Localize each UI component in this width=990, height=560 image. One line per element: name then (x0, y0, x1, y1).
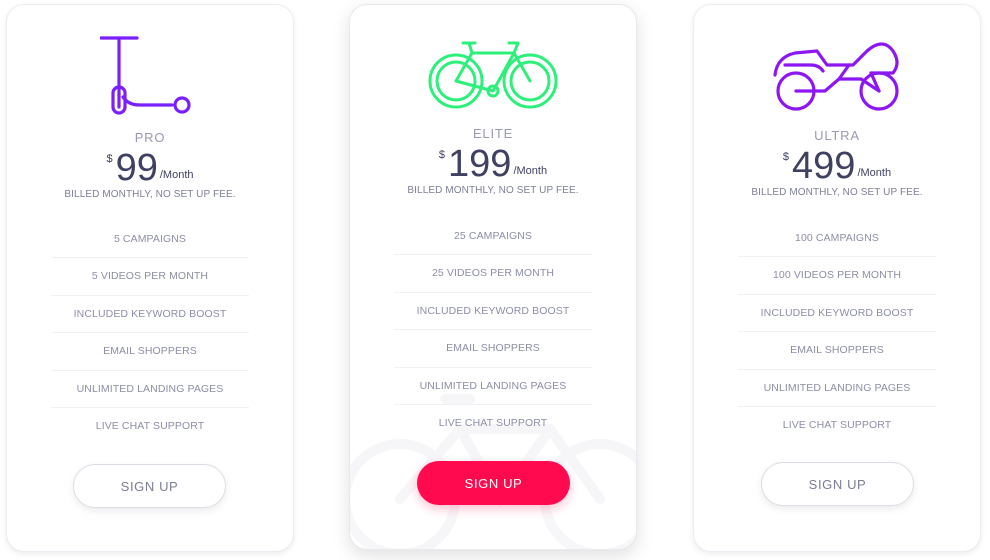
plan-price: $ 499 /Month (694, 147, 980, 185)
price-amount: 499 (792, 145, 856, 187)
billing-note: BILLED MONTHLY, NO SET UP FEE. (64, 189, 236, 200)
feature-item: UNLIMITED LANDING PAGES (51, 371, 249, 408)
pricing-card-elite: ELITE $ 199 /Month BILLED MONTHLY, NO SE… (349, 4, 637, 550)
feature-item: UNLIMITED LANDING PAGES (394, 368, 592, 405)
feature-item: LIVE CHAT SUPPORT (782, 418, 892, 431)
feature-item: INCLUDED KEYWORD BOOST (51, 296, 249, 334)
feature-item: 100 CAMPAIGNS (738, 220, 936, 258)
feature-item: 25 VIDEOS PER MONTH (394, 255, 592, 293)
feature-list: 100 CAMPAIGNS 100 VIDEOS PER MONTH INCLU… (738, 220, 936, 444)
feature-item: 25 CAMPAIGNS (394, 218, 592, 256)
sign-up-button-elite[interactable]: SIGN UP (417, 461, 570, 505)
billing-note: BILLED MONTHLY, NO SET UP FEE. (751, 187, 923, 198)
feature-item: EMAIL SHOPPERS (51, 333, 249, 371)
feature-item: INCLUDED KEYWORD BOOST (394, 293, 592, 331)
pricing-card-ultra: ULTRA $ 499 /Month BILLED MONTHLY, NO SE… (693, 4, 981, 552)
plan-name: PRO (134, 130, 166, 145)
feature-item: LIVE CHAT SUPPORT (438, 416, 548, 429)
feature-item: INCLUDED KEYWORD BOOST (738, 295, 936, 333)
plan-name: ELITE (472, 126, 514, 141)
scooter-icon (7, 35, 293, 115)
price-period: /Month (857, 167, 892, 179)
feature-item: UNLIMITED LANDING PAGES (738, 370, 936, 407)
feature-item: EMAIL SHOPPERS (394, 330, 592, 368)
feature-list: 25 CAMPAIGNS 25 VIDEOS PER MONTH INCLUDE… (394, 218, 592, 442)
sign-up-button-ultra[interactable]: SIGN UP (761, 462, 914, 506)
feature-item: LIVE CHAT SUPPORT (95, 419, 205, 432)
sign-up-button-pro[interactable]: SIGN UP (73, 464, 226, 508)
bicycle-icon (350, 35, 636, 111)
pricing-card-pro: PRO $ 99 /Month BILLED MONTHLY, NO SET U… (6, 4, 294, 552)
plan-name: ULTRA (814, 128, 860, 143)
plan-price: $ 99 /Month (7, 149, 293, 187)
feature-item: 100 VIDEOS PER MONTH (738, 257, 936, 295)
currency-symbol: $ (782, 151, 790, 163)
price-amount: 99 (115, 147, 158, 189)
feature-item: 5 VIDEOS PER MONTH (51, 258, 249, 296)
billing-note: BILLED MONTHLY, NO SET UP FEE. (407, 185, 579, 196)
plan-price: $ 199 /Month (350, 145, 636, 183)
feature-list: 5 CAMPAIGNS 5 VIDEOS PER MONTH INCLUDED … (51, 221, 249, 445)
feature-item: 5 CAMPAIGNS (51, 221, 249, 259)
feature-item: EMAIL SHOPPERS (738, 332, 936, 370)
price-period: /Month (159, 169, 194, 181)
currency-symbol: $ (106, 153, 113, 165)
motorcycle-icon (694, 35, 980, 115)
currency-symbol: $ (438, 149, 446, 161)
price-amount: 199 (448, 143, 512, 185)
price-period: /Month (513, 165, 548, 177)
